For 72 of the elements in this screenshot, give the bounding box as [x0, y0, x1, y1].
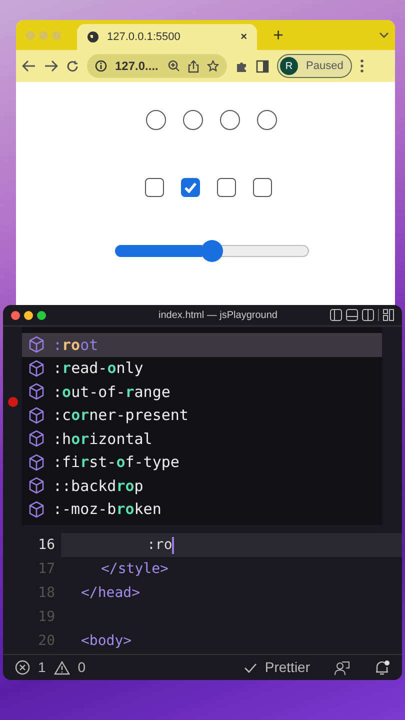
globe-icon — [87, 31, 99, 43]
cube-icon — [28, 430, 45, 448]
browser-tab[interactable]: 127.0.0.1:5500 × — [77, 24, 257, 50]
more-icon[interactable] — [360, 59, 364, 73]
code-text: :ro — [147, 536, 172, 554]
radio-button[interactable] — [257, 110, 277, 130]
line-number: 18 — [37, 584, 56, 602]
error-icon[interactable] — [15, 660, 30, 675]
address-bar[interactable]: 127.0.... — [87, 54, 227, 78]
radio-button[interactable] — [220, 110, 240, 130]
checkmark-icon — [244, 662, 257, 672]
reload-icon[interactable] — [66, 60, 79, 72]
share-icon[interactable] — [188, 60, 199, 72]
breakpoint-icon[interactable] — [8, 397, 18, 407]
notification-bell-icon[interactable] — [374, 660, 390, 676]
cube-icon — [28, 336, 45, 354]
code-text: </head> — [81, 584, 140, 602]
profile-button[interactable]: R Paused — [277, 54, 352, 78]
checkbox[interactable] — [253, 178, 272, 197]
zoom-icon[interactable] — [168, 60, 180, 72]
close-window-icon[interactable] — [11, 310, 20, 320]
info-icon — [95, 60, 107, 72]
slider-thumb[interactable] — [200, 240, 222, 262]
checkbox[interactable] — [181, 178, 200, 197]
text-cursor — [172, 536, 174, 554]
line-number: 20 — [37, 632, 56, 650]
suggestion-item[interactable]: :corner-present — [22, 404, 382, 427]
minimize-window-icon[interactable] — [24, 310, 33, 320]
suggestion-item[interactable]: :root — [22, 333, 382, 356]
cube-icon — [28, 406, 45, 424]
chevron-down-icon[interactable] — [379, 32, 389, 38]
back-icon[interactable] — [22, 60, 36, 72]
code-text: </style> — [101, 560, 168, 578]
window-title: index.html — jsPlayground — [158, 308, 278, 322]
checkmark-icon — [184, 182, 197, 193]
cube-icon — [28, 477, 45, 494]
avatar: R — [280, 57, 298, 75]
maximize-window-icon[interactable] — [37, 310, 46, 320]
warning-count[interactable]: 0 — [78, 657, 86, 678]
suggestion-item[interactable]: :first-of-type — [22, 450, 382, 474]
suggestion-item[interactable]: :out-of-range — [22, 380, 382, 404]
checkbox[interactable] — [145, 178, 164, 197]
feedback-icon[interactable] — [334, 660, 350, 676]
url-text: 127.0.... — [115, 58, 160, 75]
suggestion-item[interactable]: :horizontal — [22, 427, 382, 450]
line-number: 19 — [37, 608, 56, 626]
cube-icon — [28, 383, 45, 400]
new-tab-button[interactable]: + — [273, 22, 284, 48]
slider[interactable] — [114, 240, 308, 262]
line-number: 17 — [37, 560, 56, 578]
profile-status: Paused — [306, 58, 344, 74]
error-count[interactable]: 1 — [38, 657, 46, 678]
checkbox[interactable] — [217, 178, 236, 197]
tab-title: 127.0.0.1:5500 — [107, 30, 182, 45]
radio-button[interactable] — [183, 110, 203, 130]
formatter-status[interactable]: Prettier — [244, 657, 310, 678]
line-number: 16 — [37, 536, 56, 554]
puzzle-icon[interactable] — [235, 60, 248, 72]
forward-icon[interactable] — [44, 60, 58, 72]
close-tab-button[interactable]: × — [240, 28, 247, 46]
code-text: <body> — [81, 632, 132, 650]
star-icon[interactable] — [207, 60, 219, 72]
suggestion-item[interactable]: :-moz-broken — [22, 498, 382, 521]
layout-icon[interactable] — [330, 309, 394, 321]
suggestion-item[interactable]: ::backdrop — [22, 474, 382, 498]
warning-icon[interactable] — [54, 660, 70, 674]
cube-icon — [28, 454, 45, 471]
sidebar-icon[interactable] — [256, 60, 269, 72]
cube-icon — [28, 500, 45, 518]
cube-icon — [28, 360, 45, 377]
radio-button[interactable] — [146, 110, 166, 130]
suggestion-item[interactable]: :read-only — [22, 356, 382, 380]
